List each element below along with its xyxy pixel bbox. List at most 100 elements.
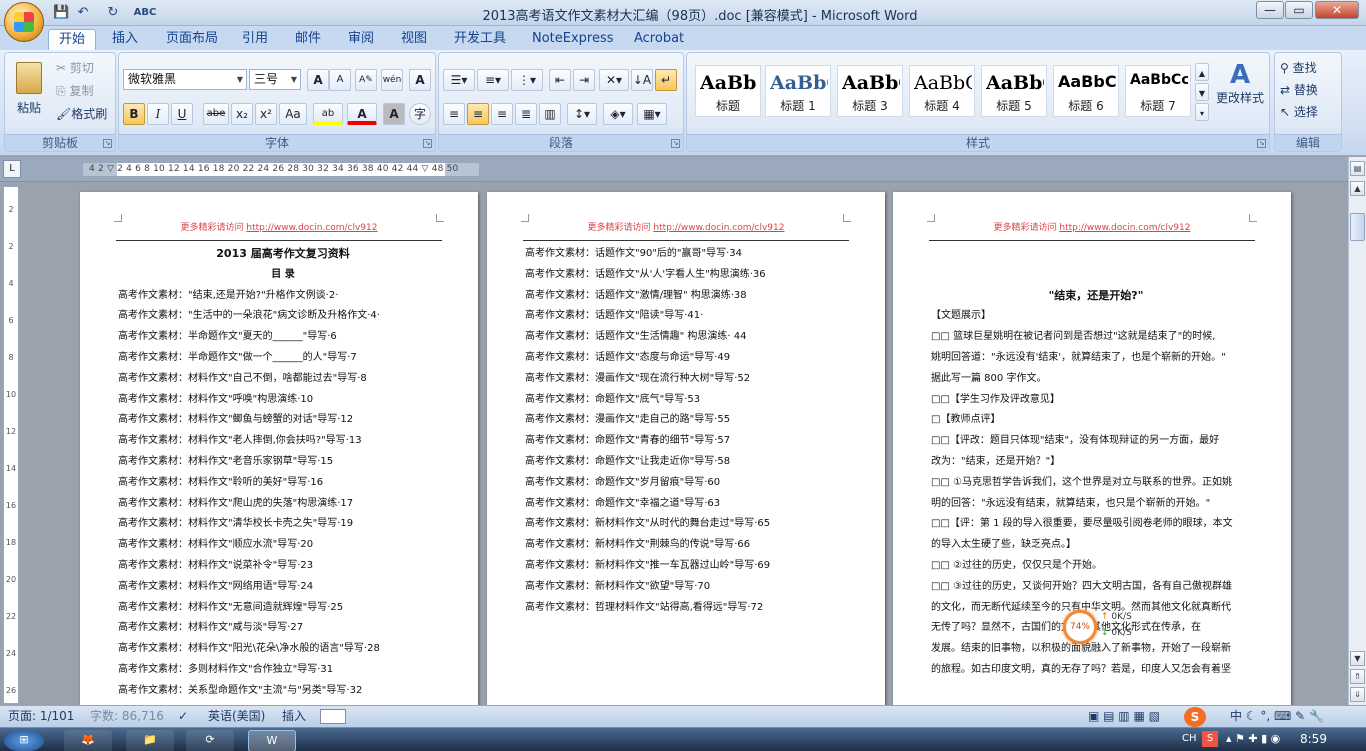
tab-acrobat[interactable]: Acrobat: [624, 29, 694, 50]
font-name-combo[interactable]: 微软雅黑 ▼: [123, 69, 247, 90]
copy-button[interactable]: ⎘ 复制: [55, 80, 111, 102]
style-heading3[interactable]: AaBbC 标题 3: [837, 65, 903, 117]
style-heading5[interactable]: AaBbC 标题 5: [981, 65, 1047, 117]
start-button-icon[interactable]: ⊞: [4, 730, 44, 751]
styles-scroll-down-icon[interactable]: ▼: [1195, 83, 1209, 101]
underline-button[interactable]: U: [171, 103, 193, 125]
justify-icon[interactable]: ≣: [515, 103, 537, 125]
highlight-button[interactable]: ab: [313, 103, 343, 125]
green-app-icon[interactable]: ⟳: [186, 730, 234, 751]
view-ruler-icon[interactable]: ▤: [1350, 161, 1365, 176]
align-center-icon[interactable]: ≡: [467, 103, 489, 125]
vertical-ruler[interactable]: 2 2 4 6 8 10 12 14 16 18 20 22 24 26: [3, 186, 19, 704]
change-case-button[interactable]: Aa: [279, 103, 307, 125]
font-size-combo[interactable]: 三号 ▼: [249, 69, 301, 90]
line-spacing-icon[interactable]: ↕▾: [567, 103, 597, 125]
macro-record-icon[interactable]: [320, 709, 346, 724]
scroll-up-icon[interactable]: ▲: [1350, 181, 1365, 196]
page-1[interactable]: 更多精彩请访问 http://www.docin.com/clv912 2013…: [80, 192, 478, 705]
tab-insert[interactable]: 插入: [102, 29, 148, 50]
align-left-icon[interactable]: ≡: [443, 103, 465, 125]
char-shading-button[interactable]: A: [383, 103, 405, 125]
undo-icon[interactable]: ↶: [74, 4, 92, 22]
tray-icons[interactable]: ▴ ⚑ ✚ ▮ ◉: [1226, 732, 1280, 745]
tab-noteexpress[interactable]: NoteExpress: [522, 29, 624, 50]
styles-scroll-up-icon[interactable]: ▲: [1195, 63, 1209, 81]
shrink-font-button[interactable]: A: [329, 69, 351, 91]
header-link[interactable]: http://www.docin.com/clv912: [653, 223, 784, 233]
numbering-icon[interactable]: ≡▾: [477, 69, 509, 91]
minimize-button[interactable]: —: [1256, 1, 1284, 19]
increase-indent-icon[interactable]: ⇥: [573, 69, 595, 91]
proofing-icon[interactable]: ✓: [178, 706, 188, 726]
paragraph-launcher-icon[interactable]: ↘: [671, 139, 680, 148]
maximize-button[interactable]: ▭: [1285, 1, 1313, 19]
font-launcher-icon[interactable]: ↘: [423, 139, 432, 148]
style-title[interactable]: AaBb(标题: [695, 65, 761, 117]
tab-page-layout[interactable]: 页面布局: [156, 29, 228, 50]
office-button[interactable]: [4, 2, 44, 42]
phonetic-guide-icon[interactable]: wén: [381, 69, 403, 91]
header-link[interactable]: http://www.docin.com/clv912: [1059, 223, 1190, 233]
tab-selector[interactable]: L: [3, 160, 21, 178]
borders-icon[interactable]: ▦▾: [637, 103, 667, 125]
prev-page-icon[interactable]: ⇑: [1350, 669, 1365, 684]
ime-indicator[interactable]: CH: [1182, 733, 1197, 744]
language-indicator[interactable]: 英语(美国): [208, 706, 265, 726]
cut-button[interactable]: ✂ 剪切: [55, 57, 111, 79]
scroll-thumb[interactable]: [1350, 213, 1365, 241]
sort-icon[interactable]: ↓A: [631, 69, 653, 91]
replace-button[interactable]: ⇄ 替换: [1279, 79, 1339, 101]
strikethrough-button[interactable]: abe: [203, 103, 229, 125]
select-button[interactable]: ↖ 选择: [1279, 101, 1339, 123]
superscript-button[interactable]: x²: [255, 103, 277, 125]
multilevel-list-icon[interactable]: ⋮▾: [511, 69, 543, 91]
clock[interactable]: 8:59: [1300, 732, 1327, 746]
tab-mailings[interactable]: 邮件: [285, 29, 331, 50]
network-speed-widget[interactable]: 74% ↑ 0K/S ↓ 0K/S: [1063, 610, 1153, 644]
chinese-layout-icon[interactable]: ✕▾: [599, 69, 629, 91]
tab-references[interactable]: 引用: [232, 29, 278, 50]
insert-mode[interactable]: 插入: [282, 706, 306, 726]
view-buttons[interactable]: ▣ ▤ ▥ ▦ ▧: [1088, 706, 1160, 726]
sogou-tray-icon[interactable]: S: [1202, 731, 1218, 747]
explorer-folder-icon[interactable]: 📁: [126, 730, 174, 751]
show-marks-icon[interactable]: ↵: [655, 69, 677, 91]
sogou-ime-icon[interactable]: S: [1184, 707, 1206, 727]
tab-developer[interactable]: 开发工具: [444, 29, 516, 50]
bullets-icon[interactable]: ☰▾: [443, 69, 475, 91]
word-taskbar-icon[interactable]: W: [248, 730, 296, 751]
redo-icon[interactable]: ↻: [104, 4, 122, 22]
styles-launcher-icon[interactable]: ↘: [1257, 139, 1266, 148]
change-styles-button[interactable]: A 更改样式: [1213, 59, 1267, 129]
style-heading7[interactable]: AaBbCcD 标题 7: [1125, 65, 1191, 117]
grow-font-button[interactable]: A: [307, 69, 329, 91]
styles-more-icon[interactable]: ▾: [1195, 103, 1209, 121]
distributed-icon[interactable]: ▥: [539, 103, 561, 125]
subscript-button[interactable]: x₂: [231, 103, 253, 125]
close-button[interactable]: ✕: [1315, 1, 1359, 19]
tab-home[interactable]: 开始: [48, 29, 97, 50]
clear-format-icon[interactable]: A✎: [355, 69, 377, 91]
style-heading1[interactable]: AaBbC 标题 1: [765, 65, 831, 117]
tab-view[interactable]: 视图: [391, 29, 437, 50]
page-indicator[interactable]: 页面: 1/101: [8, 706, 74, 726]
enclose-chars-button[interactable]: 字: [409, 103, 431, 125]
find-button[interactable]: ⚲ 查找: [1279, 57, 1339, 79]
bold-button[interactable]: B: [123, 103, 145, 125]
page-2[interactable]: 更多精彩请访问 http://www.docin.com/clv912 高考作文…: [487, 192, 885, 705]
style-heading6[interactable]: AaBbCc 标题 6: [1053, 65, 1119, 117]
save-icon[interactable]: 💾: [52, 4, 70, 22]
italic-button[interactable]: I: [147, 103, 169, 125]
firefox-icon[interactable]: 🦊: [64, 730, 112, 751]
spell-check-icon[interactable]: ABC: [128, 4, 162, 22]
horizontal-ruler[interactable]: 4 2 ▽ 2 4 6 8 10 12 14 16 18 20 22 24 26…: [82, 162, 480, 177]
font-color-button[interactable]: A: [347, 103, 377, 125]
word-count[interactable]: 字数: 86,716: [90, 706, 164, 726]
vertical-scrollbar[interactable]: ▤ ▲ ▼ ⇑ ⇓: [1348, 157, 1366, 705]
next-page-icon[interactable]: ⇓: [1350, 687, 1365, 702]
paste-button[interactable]: 粘贴: [9, 57, 49, 127]
shading-icon[interactable]: ◈▾: [603, 103, 633, 125]
align-right-icon[interactable]: ≡: [491, 103, 513, 125]
tab-review[interactable]: 审阅: [338, 29, 384, 50]
